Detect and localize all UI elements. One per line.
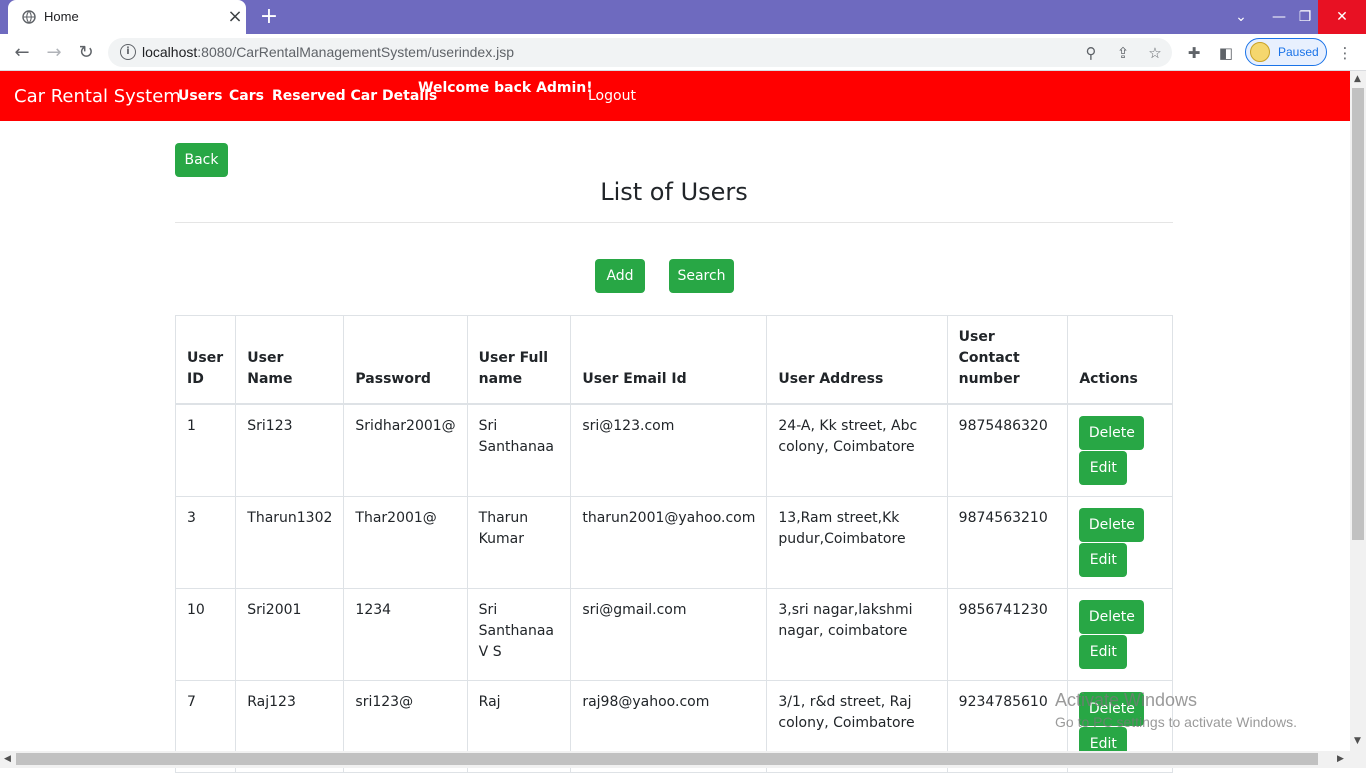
back-button[interactable]: Back [175,143,228,177]
watermark-title: Activate Windows [1055,690,1198,710]
side-panel-icon[interactable]: ◧ [1217,44,1235,62]
cell-user-id: 3 [174,496,237,589]
window-close-icon[interactable]: ✕ [1318,0,1366,34]
cell-email: tharun2001@yahoo.com [570,496,768,589]
search-button[interactable]: Search [669,259,734,293]
nav-reserved-car-details[interactable]: Reserved Car Details [272,88,437,104]
address-bar[interactable]: i localhost:8080/CarRentalManagementSyst… [108,38,1172,67]
header-contact: User Contact number [946,315,1069,405]
cell-password: Sridhar2001@ [343,403,468,497]
divider [175,222,1173,223]
forward-arrow-icon[interactable]: → [41,40,67,66]
table-header-row: User ID User Name Password User Full nam… [174,315,1173,405]
cell-actions: Delete Edit [1067,403,1173,497]
tab-search-chevron-icon[interactable]: ⌄ [1228,0,1254,34]
cell-address: 13,Ram street,Kk pudur,Coimbatore [766,496,948,589]
cell-contact: 9875486320 [946,403,1069,497]
scroll-right-icon[interactable]: ▶ [1337,754,1344,764]
cell-email: sri@gmail.com [570,588,768,681]
cell-full-name: Sri Santhanaa V S [466,588,572,681]
nav-users[interactable]: Users [178,88,222,104]
header-password: Password [343,315,468,405]
header-email: User Email Id [570,315,768,405]
browser-toolbar: ← → ↻ i localhost:8080/CarRentalManageme… [0,34,1366,71]
profile-status: Paused [1278,45,1319,59]
profile-button[interactable]: Paused [1245,38,1327,66]
cell-user-id: 1 [174,403,237,497]
scroll-up-icon[interactable]: ▲ [1354,74,1361,84]
app-navbar: Car Rental System Users Cars Reserved Ca… [0,71,1350,121]
table-row: 3 Tharun1302 Thar2001@ Tharun Kumar thar… [174,496,1173,589]
cell-user-name: Sri123 [235,403,345,497]
cell-user-name: Sri2001 [235,588,345,681]
horizontal-scroll-thumb[interactable] [16,753,1318,765]
cell-full-name: Sri Santhanaa [466,403,572,497]
cell-user-id: 10 [174,588,237,681]
tab-title: Home [44,9,79,24]
cell-contact: 9856741230 [946,588,1069,681]
users-table: User ID User Name Password User Full nam… [174,315,1173,773]
header-full-name: User Full name [466,315,572,405]
cell-address: 24-A, Kk street, Abc colony, Coimbatore [766,403,948,497]
avatar [1250,42,1270,62]
nav-logout[interactable]: Logout [588,88,636,104]
header-user-id: User ID [174,315,237,405]
brand-link[interactable]: Car Rental System [14,86,181,107]
watermark-subtitle: Go to PC settings to activate Windows. [1055,714,1297,730]
menu-kebab-icon[interactable]: ⋮ [1336,44,1354,62]
cell-contact: 9874563210 [946,496,1069,589]
delete-button[interactable]: Delete [1079,416,1145,450]
delete-button[interactable]: Delete [1079,508,1145,542]
header-actions: Actions [1067,315,1173,405]
zoom-icon[interactable]: ⚲ [1082,44,1100,62]
nav-cars[interactable]: Cars [229,88,264,104]
cell-address: 3,sri nagar,lakshmi nagar, coimbatore [766,588,948,681]
cell-password: 1234 [343,588,468,681]
cell-full-name: Tharun Kumar [466,496,572,589]
globe-icon [22,10,36,24]
bookmark-star-icon[interactable]: ☆ [1146,44,1164,62]
edit-button[interactable]: Edit [1079,543,1128,577]
restore-icon[interactable]: ❐ [1292,0,1318,34]
cell-email: sri@123.com [570,403,768,497]
page-title: List of Users [600,178,748,206]
cell-password: Thar2001@ [343,496,468,589]
table-row: 1 Sri123 Sridhar2001@ Sri Santhanaa sri@… [174,403,1173,497]
edit-button[interactable]: Edit [1079,451,1128,485]
extensions-icon[interactable]: ✚ [1185,44,1203,62]
header-user-name: User Name [235,315,345,405]
url-text[interactable]: localhost:8080/CarRentalManagementSystem… [142,44,514,60]
minimize-icon[interactable]: — [1266,0,1292,34]
tab-home[interactable]: Home × [8,0,246,34]
cell-user-name: Tharun1302 [235,496,345,589]
site-info-icon[interactable]: i [120,44,136,60]
add-button[interactable]: Add [595,259,645,293]
table-row: 10 Sri2001 1234 Sri Santhanaa V S sri@gm… [174,588,1173,681]
scroll-left-icon[interactable]: ◀ [4,754,11,764]
vertical-scroll-thumb[interactable] [1352,88,1364,540]
share-icon[interactable]: ⇪ [1114,44,1132,62]
edit-button[interactable]: Edit [1079,635,1128,669]
scroll-down-icon[interactable]: ▼ [1354,736,1361,746]
delete-button[interactable]: Delete [1079,600,1145,634]
welcome-message: Welcome back Admin! [418,80,593,96]
tab-close-icon[interactable]: × [226,8,244,26]
cell-actions: Delete Edit [1067,588,1173,681]
activate-windows-watermark: Activate Windows Go to PC settings to ac… [1055,690,1297,730]
cell-actions: Delete Edit [1067,496,1173,589]
new-tab-icon[interactable]: + [258,6,280,28]
reload-icon[interactable]: ↻ [73,40,99,66]
header-address: User Address [766,315,948,405]
back-arrow-icon[interactable]: ← [9,40,35,66]
tab-strip: Home × + ⌄ — ❐ ✕ [0,0,1366,34]
